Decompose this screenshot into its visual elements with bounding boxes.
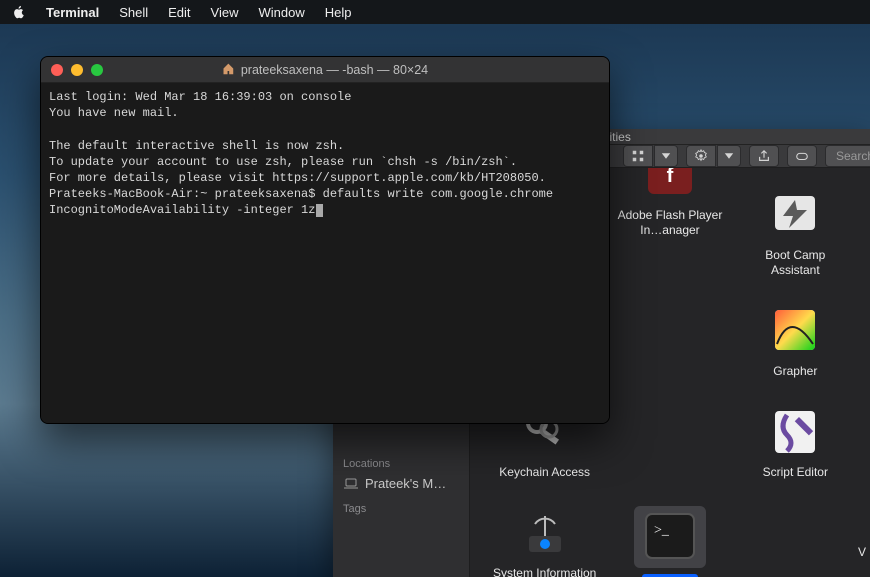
menubar-shell[interactable]: Shell: [119, 5, 148, 20]
action-dropdown[interactable]: [717, 145, 741, 167]
app-system-info[interactable]: System Information: [490, 506, 600, 577]
terminal-line: Prateeks-MacBook-Air:~ prateeksaxena$ de…: [49, 187, 560, 217]
app-label: System Information: [493, 566, 596, 577]
zoom-button[interactable]: [91, 64, 103, 76]
svg-text:f: f: [667, 168, 674, 187]
app-script-editor[interactable]: Script Editor: [740, 405, 850, 480]
terminal-line: You have new mail.: [49, 106, 179, 120]
terminal-line: The default interactive shell is now zsh…: [49, 139, 344, 153]
app-label: Script Editor: [763, 465, 828, 480]
app-label: Boot Camp Assistant: [741, 248, 849, 278]
sidebar-device-label: Prateek's M…: [365, 476, 446, 491]
terminal-title: prateeksaxena — -bash — 80×24: [241, 63, 428, 77]
app-label: Keychain Access: [499, 465, 590, 480]
sidebar-item-device[interactable]: Prateek's M…: [343, 476, 459, 491]
menubar-edit[interactable]: Edit: [168, 5, 190, 20]
menubar-help[interactable]: Help: [325, 5, 352, 20]
apple-menu-icon[interactable]: [12, 5, 26, 19]
menubar-view[interactable]: View: [211, 5, 239, 20]
sidebar-locations-label: Locations: [343, 458, 459, 470]
terminal-window: prateeksaxena — -bash — 80×24 Last login…: [40, 56, 610, 424]
terminal-line: Last login: Wed Mar 18 16:39:03 on conso…: [49, 90, 351, 104]
sidebar-tags-label: Tags: [343, 503, 459, 515]
terminal-line: For more details, please visit https://s…: [49, 171, 546, 185]
minimize-button[interactable]: [71, 64, 83, 76]
menubar-window[interactable]: Window: [259, 5, 305, 20]
action-gear-button[interactable]: [686, 145, 716, 167]
window-controls: [51, 64, 103, 76]
share-button[interactable]: [749, 145, 779, 167]
svg-text:>_: >_: [654, 523, 670, 538]
finder-search[interactable]: Search: [825, 145, 870, 167]
home-icon: [222, 62, 235, 78]
app-grapher[interactable]: Grapher: [740, 304, 850, 379]
system-menubar: Terminal Shell Edit View Window Help: [0, 0, 870, 24]
app-label-partial: V: [858, 545, 866, 559]
app-flash-player[interactable]: f Adobe Flash Player In…anager: [615, 168, 725, 278]
desktop: Utilities: [0, 24, 870, 577]
laptop-icon: [343, 478, 359, 490]
view-dropdown[interactable]: [654, 145, 678, 167]
terminal-titlebar[interactable]: prateeksaxena — -bash — 80×24: [41, 57, 609, 83]
terminal-line: To update your account to use zsh, pleas…: [49, 155, 517, 169]
app-label: Adobe Flash Player In…anager: [616, 208, 724, 238]
search-placeholder: Search: [836, 149, 870, 163]
close-button[interactable]: [51, 64, 63, 76]
app-terminal[interactable]: >_ Terminal: [615, 506, 725, 577]
terminal-cursor: [316, 204, 323, 217]
app-bootcamp[interactable]: Boot Camp Assistant: [740, 188, 850, 278]
tags-button[interactable]: [787, 145, 817, 167]
view-icons-button[interactable]: [623, 145, 653, 167]
app-label: Grapher: [773, 364, 817, 379]
menubar-app-name[interactable]: Terminal: [46, 5, 99, 20]
terminal-body[interactable]: Last login: Wed Mar 18 16:39:03 on conso…: [41, 83, 609, 423]
